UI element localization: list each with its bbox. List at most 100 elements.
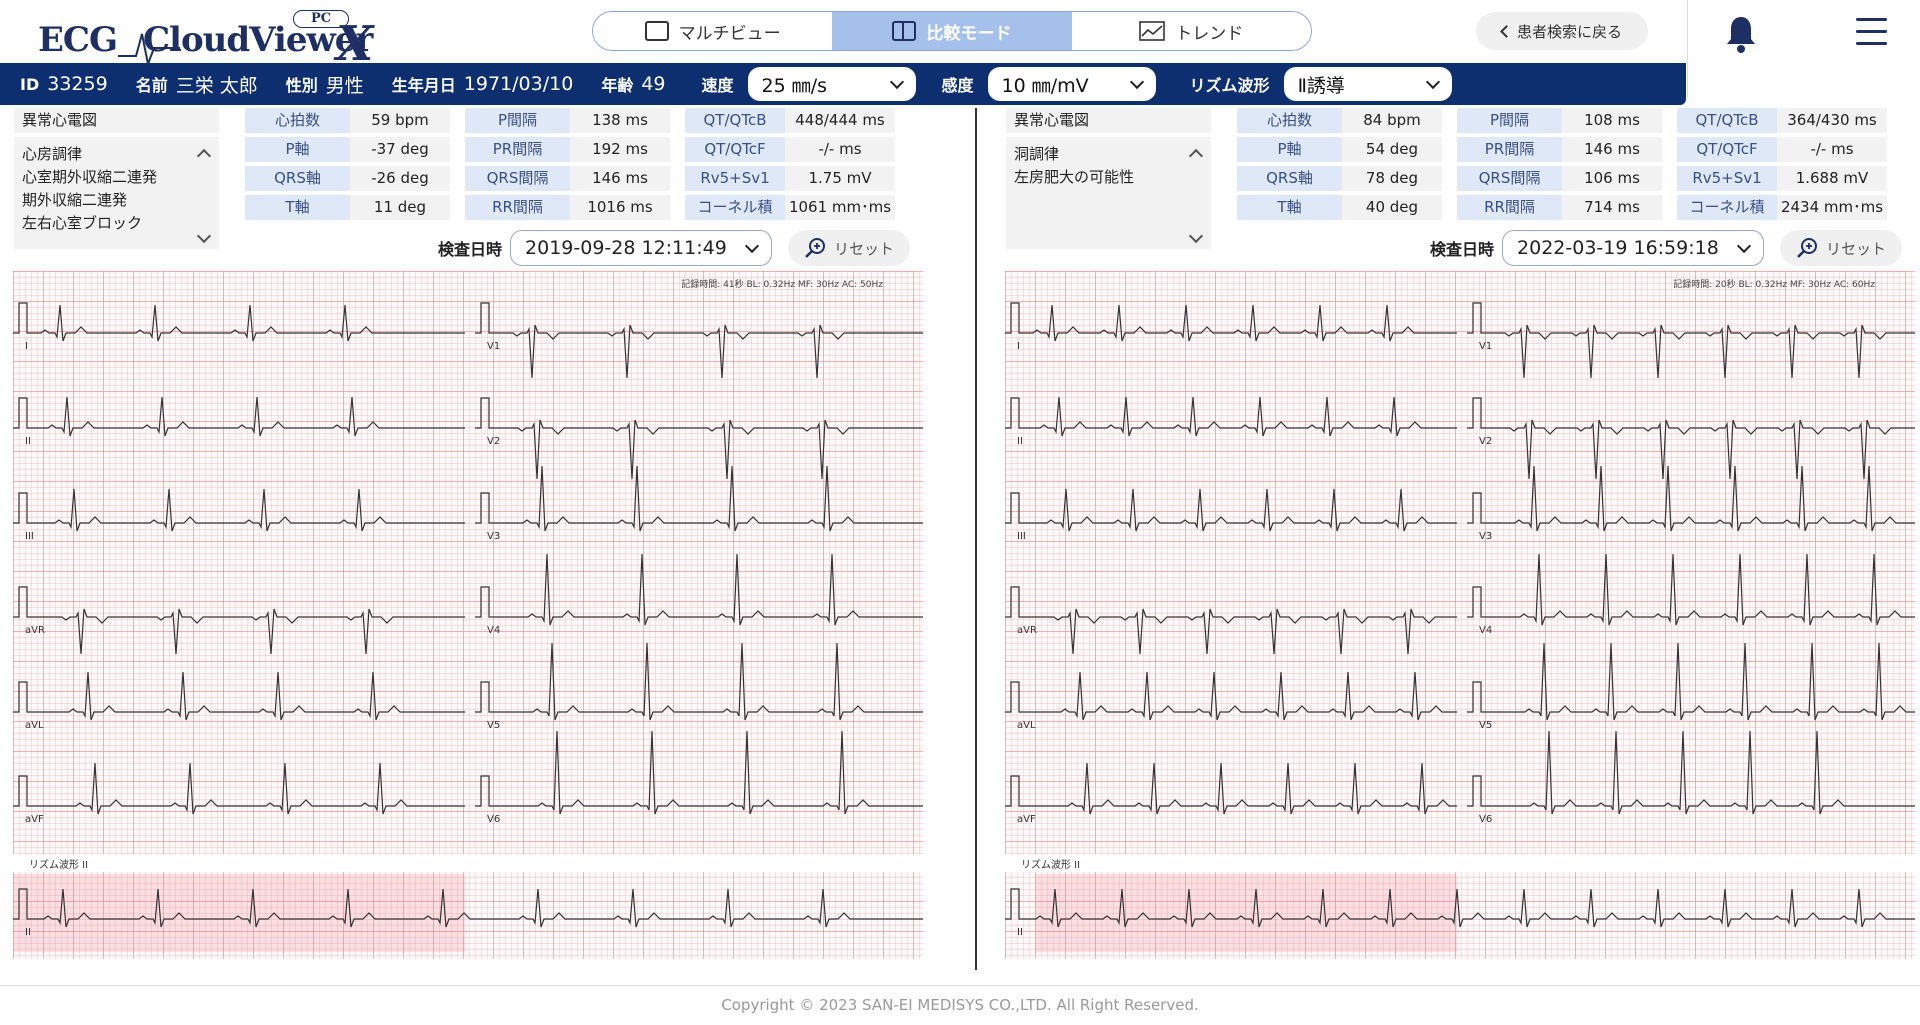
exam-date-row: 検査日時 2019-09-28 12:11:49 リセット bbox=[438, 230, 911, 266]
reset-label: リセット bbox=[1826, 239, 1887, 258]
metric-value: 84 bpm bbox=[1342, 108, 1442, 133]
rhythm-lead-value: Ⅱ誘導 bbox=[1297, 74, 1345, 97]
exam-date-select[interactable]: 2022-03-19 16:59:18 bbox=[1502, 230, 1765, 266]
tab-compare-mode[interactable]: 比較モード bbox=[832, 12, 1072, 50]
lead-label: I bbox=[25, 341, 28, 352]
metric-value: 1016 ms bbox=[570, 195, 670, 220]
rhythm-strip-label: リズム波形 II bbox=[1021, 858, 1080, 871]
speed-select[interactable]: 25 ㎜/s bbox=[747, 67, 916, 101]
metric-value: 78 deg bbox=[1342, 166, 1442, 191]
metric-label: P間隔 bbox=[1457, 108, 1562, 133]
lead-label: I bbox=[1017, 341, 1020, 352]
metric-value: 1061 mm･ms bbox=[785, 195, 895, 220]
exam-date-select[interactable]: 2019-09-28 12:11:49 bbox=[510, 230, 773, 266]
lead-label: V3 bbox=[1479, 531, 1492, 542]
speed-value: 25 ㎜/s bbox=[761, 74, 828, 97]
metrics-col-1: 心拍数 84 bpm P軸 54 deg QRS軸 78 deg T軸 40 deg bbox=[1237, 108, 1442, 220]
ecg-trace-lead-II bbox=[1005, 396, 1457, 437]
compare-view-icon bbox=[892, 21, 917, 41]
lead-label: II bbox=[1017, 436, 1023, 447]
ecg-trace-lead-aVR bbox=[1005, 586, 1457, 655]
ecg-grid-left[interactable]: 記録時間: 41秒 BL: 0.32Hz MF: 30Hz AC: 50Hz I… bbox=[13, 271, 923, 959]
rhythm-lead-select[interactable]: Ⅱ誘導 bbox=[1283, 67, 1452, 101]
sensitivity-value: 10 ㎜/mV bbox=[1001, 74, 1089, 97]
metric-label: Rv5+Sv1 bbox=[1677, 166, 1777, 191]
rhythm-lead-label: リズム波形 bbox=[1189, 76, 1270, 95]
exam-date-label: 検査日時 bbox=[438, 240, 503, 259]
lead-label: II bbox=[1017, 927, 1023, 938]
metric-value: 146 ms bbox=[570, 166, 670, 191]
metric-value: 106 ms bbox=[1562, 166, 1662, 191]
ecg-grid-right[interactable]: 記録時間: 20秒 BL: 0.32Hz MF: 30Hz AC: 60Hz I… bbox=[1005, 271, 1915, 959]
abnormal-findings: 異常心電図 心房調律 心室期外収縮二連発 期外収縮二連発 左右心室ブロック bbox=[14, 108, 219, 249]
trend-chart-icon bbox=[1139, 21, 1166, 41]
zoom-reset-button[interactable]: リセット bbox=[788, 230, 911, 266]
metric-value: 192 ms bbox=[570, 137, 670, 162]
header-right-area bbox=[1687, 0, 1920, 98]
metric-value: 108 ms bbox=[1562, 108, 1662, 133]
ecg-trace-lead-V5 bbox=[475, 642, 923, 721]
metric-value: 364/430 ms bbox=[1777, 108, 1887, 133]
lead-label: V3 bbox=[487, 531, 500, 542]
notification-bell-icon[interactable] bbox=[1726, 14, 1756, 54]
metric-label: コーネル積 bbox=[685, 195, 785, 220]
tab-multi-view[interactable]: マルチビュー bbox=[593, 12, 833, 50]
speed-label: 速度 bbox=[701, 76, 734, 95]
ecg-trace-lead-III bbox=[1005, 488, 1457, 532]
findings-list[interactable]: 洞調律 左房肥大の可能性 bbox=[1006, 137, 1211, 249]
findings-list[interactable]: 心房調律 心室期外収縮二連発 期外収縮二連発 左右心室ブロック bbox=[14, 137, 219, 249]
patient-info-bar: ID 33259 名前 三栄 太郎 性別 男性 生年月日 1971/03/10 … bbox=[0, 63, 1686, 105]
chevron-down-icon bbox=[1736, 238, 1752, 253]
ecg-trace-lead-III bbox=[13, 488, 465, 532]
lead-label: V5 bbox=[487, 720, 500, 731]
back-to-patient-search-button[interactable]: 患者検索に戻る bbox=[1476, 12, 1648, 50]
metrics-col-2: P間隔 138 ms PR間隔 192 ms QRS間隔 146 ms RR間隔 101… bbox=[465, 108, 670, 220]
lead-label: V6 bbox=[1479, 814, 1492, 825]
rhythm-highlight[interactable] bbox=[1035, 874, 1457, 952]
finding-item: 左右心室ブロック bbox=[22, 214, 143, 232]
reset-label: リセット bbox=[834, 239, 895, 258]
finding-item: 洞調律 bbox=[1014, 145, 1060, 163]
ecg-trace-lead-V1 bbox=[1467, 302, 1915, 379]
sensitivity-select[interactable]: 10 ㎜/mV bbox=[987, 67, 1156, 101]
hamburger-menu-icon[interactable] bbox=[1856, 18, 1887, 45]
patient-id-label: ID bbox=[20, 74, 40, 94]
metric-value: -/- ms bbox=[1777, 137, 1887, 162]
zoom-reset-button[interactable]: リセット bbox=[1780, 230, 1903, 266]
lead-label: V4 bbox=[487, 625, 500, 636]
tab-trend[interactable]: トレンド bbox=[1071, 12, 1311, 50]
metrics-col-2: P間隔 108 ms PR間隔 146 ms QRS間隔 106 ms RR間隔 714… bbox=[1457, 108, 1662, 220]
patient-dob-value: 1971/03/10 bbox=[463, 73, 574, 95]
patient-name-value: 三栄 太郎 bbox=[175, 74, 258, 97]
rhythm-highlight[interactable] bbox=[13, 874, 465, 952]
lead-label: aVL bbox=[25, 720, 44, 731]
ecg-trace-lead-V1 bbox=[475, 302, 923, 379]
metric-value: 54 deg bbox=[1342, 137, 1442, 162]
lead-label: V1 bbox=[1479, 341, 1492, 352]
ecg-trace-lead-V3 bbox=[475, 465, 923, 532]
ecg-trace-lead-aVL bbox=[13, 671, 465, 721]
tab-compare-mode-label: 比較モード bbox=[926, 23, 1012, 44]
panel-divider bbox=[975, 108, 977, 970]
ecg-trace-lead-aVR bbox=[13, 586, 465, 655]
finding-item: 左房肥大の可能性 bbox=[1014, 168, 1135, 186]
tab-multi-view-label: マルチビュー bbox=[678, 23, 781, 44]
ecg-trace-lead-V6 bbox=[475, 730, 923, 815]
sensitivity-label: 感度 bbox=[941, 76, 974, 95]
ecg-trace-lead-II bbox=[13, 396, 465, 437]
chevron-down-icon bbox=[1129, 74, 1144, 89]
ecg-panel-left: 異常心電図 心房調律 心室期外収縮二連発 期外収縮二連発 左右心室ブロック 心拍… bbox=[0, 108, 960, 988]
ecg-panel-right: 異常心電図 洞調律 左房肥大の可能性 心拍数 84 bpm P軸 54 deg QR… bbox=[992, 108, 1920, 988]
single-view-icon bbox=[644, 21, 669, 41]
metric-label: QRS軸 bbox=[1237, 166, 1342, 191]
ecg-waveforms-left: I V1 II V2 III V3 aVR V4 aVL V5 aVF V6 リズム波形 II II bbox=[13, 302, 923, 952]
metric-value: 146 ms bbox=[1562, 137, 1662, 162]
patient-age-value: 49 bbox=[641, 73, 666, 95]
metric-value: 40 deg bbox=[1342, 195, 1442, 220]
scroll-down-icon[interactable] bbox=[1188, 228, 1204, 244]
lead-label: II bbox=[25, 436, 31, 447]
view-mode-switch: マルチビュー 比較モード トレンド bbox=[592, 11, 1312, 51]
lead-label: III bbox=[25, 531, 34, 542]
metric-value: 11 deg bbox=[350, 195, 450, 220]
metric-label: PR間隔 bbox=[465, 137, 570, 162]
